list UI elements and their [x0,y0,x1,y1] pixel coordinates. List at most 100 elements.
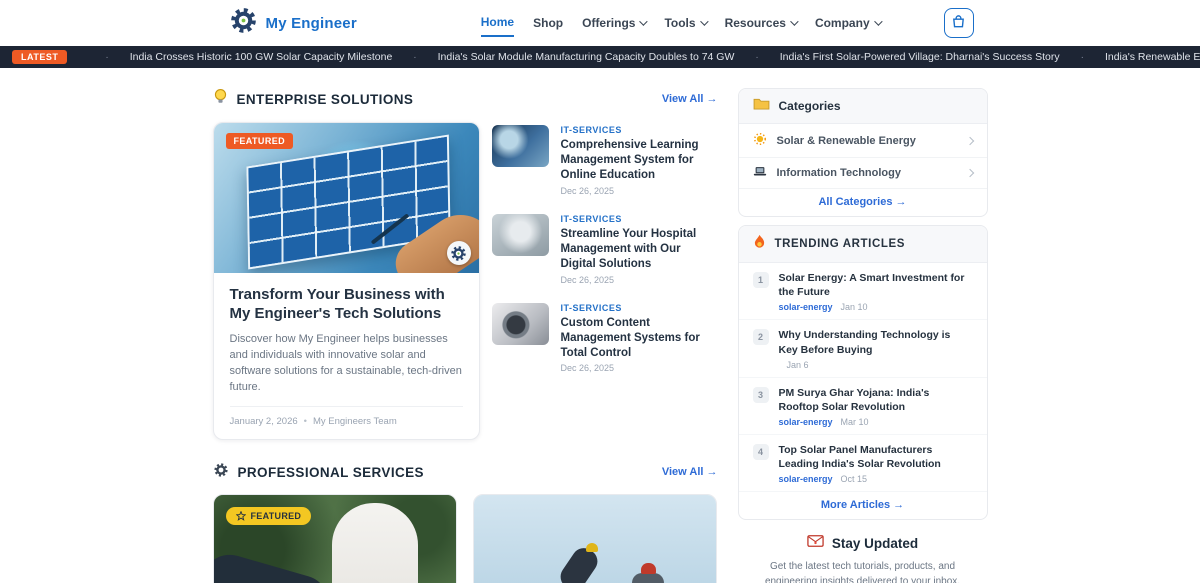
widget-title: Categories [779,99,841,113]
meta-separator [304,416,307,427]
enterprise-section-header: ENTERPRISE SOLUTIONS View All → [213,88,718,110]
featured-badge: FEATURED [226,133,294,149]
nav-item-company[interactable]: Company [815,10,880,36]
article-title: Comprehensive Learning Management System… [561,138,718,183]
envelope-icon [807,534,824,552]
widget-title: TRENDING ARTICLES [775,238,906,250]
featured-article-title: Transform Your Business with My Engineer… [230,286,463,324]
chevron-right-icon [965,136,973,144]
article-thumbnail [492,303,549,345]
newsletter-title: Stay Updated [832,536,918,551]
shopping-bag-icon [951,14,966,32]
trending-title: PM Surya Ghar Yojana: India's Rooftop So… [779,386,973,414]
trending-date: Jan 10 [841,302,868,312]
featured-article-image: FEATURED [214,123,479,273]
article-date: Dec 26, 2025 [561,363,718,373]
brand-logo[interactable]: My Engineer [229,6,357,40]
service-card-image [474,495,716,583]
featured-article-date: January 2, 2026 [230,416,298,427]
trending-widget: TRENDING ARTICLES 1 Solar Energy: A Smar… [738,225,988,520]
folder-icon [753,97,770,115]
featured-article-card[interactable]: FEATURED Transform Your Business with My… [213,122,480,440]
sun-icon [753,132,767,149]
site-header: My Engineer Home Shop Offerings Tools Re… [0,0,1200,46]
trending-title: Why Understanding Technology is Key Befo… [779,328,973,356]
article-date: Dec 26, 2025 [561,186,718,196]
lightbulb-icon [213,88,228,110]
chevron-down-icon [790,17,798,25]
list-item[interactable]: IT-SERVICES Comprehensive Learning Manag… [492,125,718,196]
newsletter-widget: Stay Updated Get the latest tech tutoria… [738,534,988,583]
rank-badge: 3 [753,387,769,403]
trending-tag[interactable]: solar-energy [779,302,833,312]
trending-title: Solar Energy: A Smart Investment for the… [779,271,973,299]
enterprise-view-all-link[interactable]: View All → [662,93,718,105]
categories-widget: Categories Solar & Renewable Energy [738,88,988,217]
featured-badge: FEATURED [226,507,312,525]
news-ticker: LATEST India Crosses Historic 100 GW Sol… [0,46,1200,68]
service-card[interactable]: SOLAR-ENERGY [473,494,717,583]
section-title: ENTERPRISE SOLUTIONS [237,92,414,107]
flame-icon [753,234,766,254]
section-title: PROFESSIONAL SERVICES [238,465,424,480]
chevron-down-icon [640,17,648,25]
list-item[interactable]: 2 Why Understanding Technology is Key Be… [739,320,987,377]
article-tag: IT-SERVICES [561,125,718,135]
article-tag: IT-SERVICES [561,303,718,313]
list-item[interactable]: 1 Solar Energy: A Smart Investment for t… [739,263,987,320]
gear-icon [213,462,229,483]
featured-article-author: My Engineers Team [313,416,397,427]
sidebar-item-solar-energy[interactable]: Solar & Renewable Energy [739,124,987,158]
star-icon [236,511,246,521]
nav-item-tools[interactable]: Tools [664,10,705,36]
cart-button[interactable] [944,8,974,38]
featured-article-description: Discover how My Engineer helps businesse… [230,331,463,395]
trending-tag[interactable]: solar-energy [779,417,833,427]
trending-date: Oct 15 [841,474,868,484]
chevron-down-icon [700,17,708,25]
enterprise-article-list: IT-SERVICES Comprehensive Learning Manag… [492,122,718,440]
list-item[interactable]: IT-SERVICES Streamline Your Hospital Man… [492,214,718,285]
gear-logo-icon [229,6,258,40]
list-item[interactable]: 4 Top Solar Panel Manufacturers Leading … [739,435,987,492]
list-item[interactable]: IT-SERVICES Custom Content Management Sy… [492,303,718,374]
more-articles-link[interactable]: More Articles → [739,492,987,519]
professional-view-all-link[interactable]: View All → [662,466,718,478]
ticker-headline[interactable]: India Crosses Historic 100 GW Solar Capa… [84,51,392,63]
article-title: Streamline Your Hospital Management with… [561,227,718,272]
rank-badge: 1 [753,272,769,288]
ticker-headline[interactable]: India's Solar Module Manufacturing Capac… [392,51,734,63]
gear-watermark-icon [447,241,471,265]
laptop-icon [753,166,767,180]
main-nav: Home Shop Offerings Tools Resources Comp… [481,9,880,37]
category-label: Solar & Renewable Energy [777,135,916,147]
article-thumbnail [492,125,549,167]
trending-date: Mar 10 [841,417,869,427]
article-date: Dec 26, 2025 [561,275,718,285]
rank-badge: 2 [753,329,769,345]
all-categories-link[interactable]: All Categories → [739,189,987,216]
sidebar-item-information-technology[interactable]: Information Technology [739,158,987,189]
category-label: Information Technology [777,167,901,179]
nav-item-shop[interactable]: Shop [533,10,563,36]
newsletter-description: Get the latest tech tutorials, products,… [740,559,986,583]
article-title: Custom Content Management Systems for To… [561,316,718,361]
rank-badge: 4 [753,444,769,460]
professional-section-header: PROFESSIONAL SERVICES View All → [213,462,718,483]
list-item[interactable]: 3 PM Surya Ghar Yojana: India's Rooftop … [739,378,987,435]
chevron-down-icon [874,17,882,25]
trending-title: Top Solar Panel Manufacturers Leading In… [779,443,973,471]
service-card[interactable]: FEATURED SOLAR-ENERGY [213,494,457,583]
article-tag: IT-SERVICES [561,214,718,224]
nav-item-offerings[interactable]: Offerings [582,10,645,36]
latest-badge: LATEST [12,50,67,64]
trending-date: Jan 6 [787,360,809,370]
nav-item-resources[interactable]: Resources [725,10,796,36]
brand-name: My Engineer [266,15,357,32]
trending-tag[interactable]: solar-energy [779,474,833,484]
ticker-headline[interactable]: India's First Solar-Powered Village: Dha… [734,51,1059,63]
article-thumbnail [492,214,549,256]
nav-item-home[interactable]: Home [481,9,514,37]
ticker-headline[interactable]: India's Renewable Energy Capacity Crosse… [1060,51,1200,63]
chevron-right-icon [965,169,973,177]
